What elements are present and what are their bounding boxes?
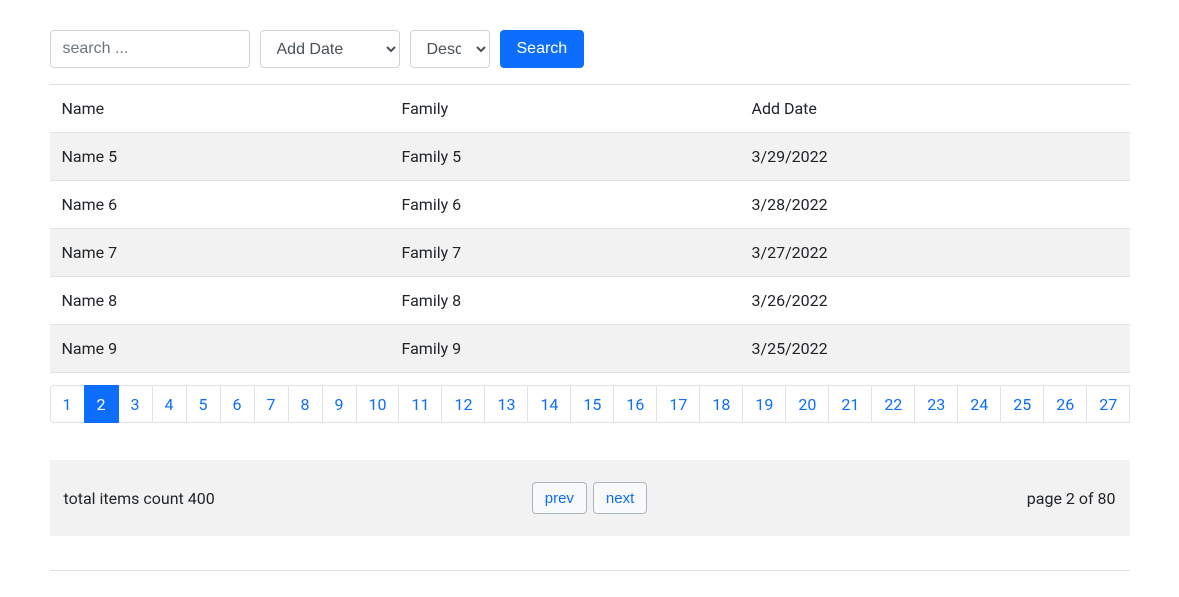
- page-number-8[interactable]: 8: [288, 385, 323, 423]
- table-cell-add-date: 3/27/2022: [740, 229, 1130, 277]
- page-number-23[interactable]: 23: [914, 385, 958, 423]
- column-header-family: Family: [390, 85, 740, 133]
- table-row: Name 5Family 53/29/2022: [50, 133, 1130, 181]
- next-button[interactable]: next: [593, 482, 647, 514]
- table-cell-name: Name 9: [50, 325, 390, 373]
- table-cell-family: Family 5: [390, 133, 740, 181]
- table-cell-family: Family 8: [390, 277, 740, 325]
- sort-order-select[interactable]: Desc: [410, 30, 490, 68]
- table-row: Name 8Family 83/26/2022: [50, 277, 1130, 325]
- page-number-6[interactable]: 6: [220, 385, 255, 423]
- column-header-name: Name: [50, 85, 390, 133]
- page-number-22[interactable]: 22: [871, 385, 915, 423]
- filter-toolbar: Add Date Desc Search: [50, 0, 1130, 84]
- column-header-add-date: Add Date: [740, 85, 1130, 133]
- page-number-15[interactable]: 15: [570, 385, 614, 423]
- page-number-14[interactable]: 14: [527, 385, 571, 423]
- page-number-10[interactable]: 10: [356, 385, 400, 423]
- table-cell-name: Name 7: [50, 229, 390, 277]
- page-number-strip-scroll[interactable]: 1234567891011121314151617181920212223242…: [50, 385, 1130, 424]
- page-number-24[interactable]: 24: [957, 385, 1001, 423]
- page-number-19[interactable]: 19: [742, 385, 786, 423]
- table-cell-family: Family 6: [390, 181, 740, 229]
- table-row: Name 9Family 93/25/2022: [50, 325, 1130, 373]
- search-button[interactable]: Search: [500, 30, 585, 68]
- table-cell-add-date: 3/26/2022: [740, 277, 1130, 325]
- results-table: Name Family Add Date Name 5Family 53/29/…: [50, 84, 1130, 373]
- page-number-26[interactable]: 26: [1043, 385, 1087, 423]
- sort-field-select[interactable]: Add Date: [260, 30, 400, 68]
- table-row: Name 7Family 73/27/2022: [50, 229, 1130, 277]
- page-number-13[interactable]: 13: [484, 385, 528, 423]
- pagination-footer: total items count 400 prev next page 2 o…: [50, 460, 1130, 536]
- search-input[interactable]: [50, 30, 250, 68]
- page-number-27[interactable]: 27: [1086, 385, 1129, 423]
- prev-button[interactable]: prev: [532, 482, 587, 514]
- page-number-21[interactable]: 21: [828, 385, 872, 423]
- table-cell-add-date: 3/28/2022: [740, 181, 1130, 229]
- table-cell-add-date: 3/29/2022: [740, 133, 1130, 181]
- table-cell-name: Name 8: [50, 277, 390, 325]
- page-number-20[interactable]: 20: [785, 385, 829, 423]
- page-number-25[interactable]: 25: [1000, 385, 1044, 423]
- table-cell-add-date: 3/25/2022: [740, 325, 1130, 373]
- table-cell-name: Name 6: [50, 181, 390, 229]
- total-items-count: total items count 400: [64, 489, 532, 508]
- page-number-17[interactable]: 17: [656, 385, 700, 423]
- page-number-1[interactable]: 1: [50, 385, 85, 423]
- page-of-label: page 2 of 80: [647, 489, 1115, 508]
- page-number-3[interactable]: 3: [118, 385, 153, 423]
- page-number-18[interactable]: 18: [699, 385, 743, 423]
- table-row: Name 6Family 63/28/2022: [50, 181, 1130, 229]
- page-number-16[interactable]: 16: [613, 385, 657, 423]
- table-cell-name: Name 5: [50, 133, 390, 181]
- page-number-7[interactable]: 7: [254, 385, 289, 423]
- page-number-11[interactable]: 11: [398, 385, 442, 423]
- divider: [50, 570, 1130, 571]
- table-cell-family: Family 9: [390, 325, 740, 373]
- page-number-4[interactable]: 4: [152, 385, 187, 423]
- page-number-5[interactable]: 5: [186, 385, 221, 423]
- page-number-2[interactable]: 2: [84, 385, 119, 423]
- page-number-9[interactable]: 9: [322, 385, 357, 423]
- page-number-12[interactable]: 12: [441, 385, 485, 423]
- table-cell-family: Family 7: [390, 229, 740, 277]
